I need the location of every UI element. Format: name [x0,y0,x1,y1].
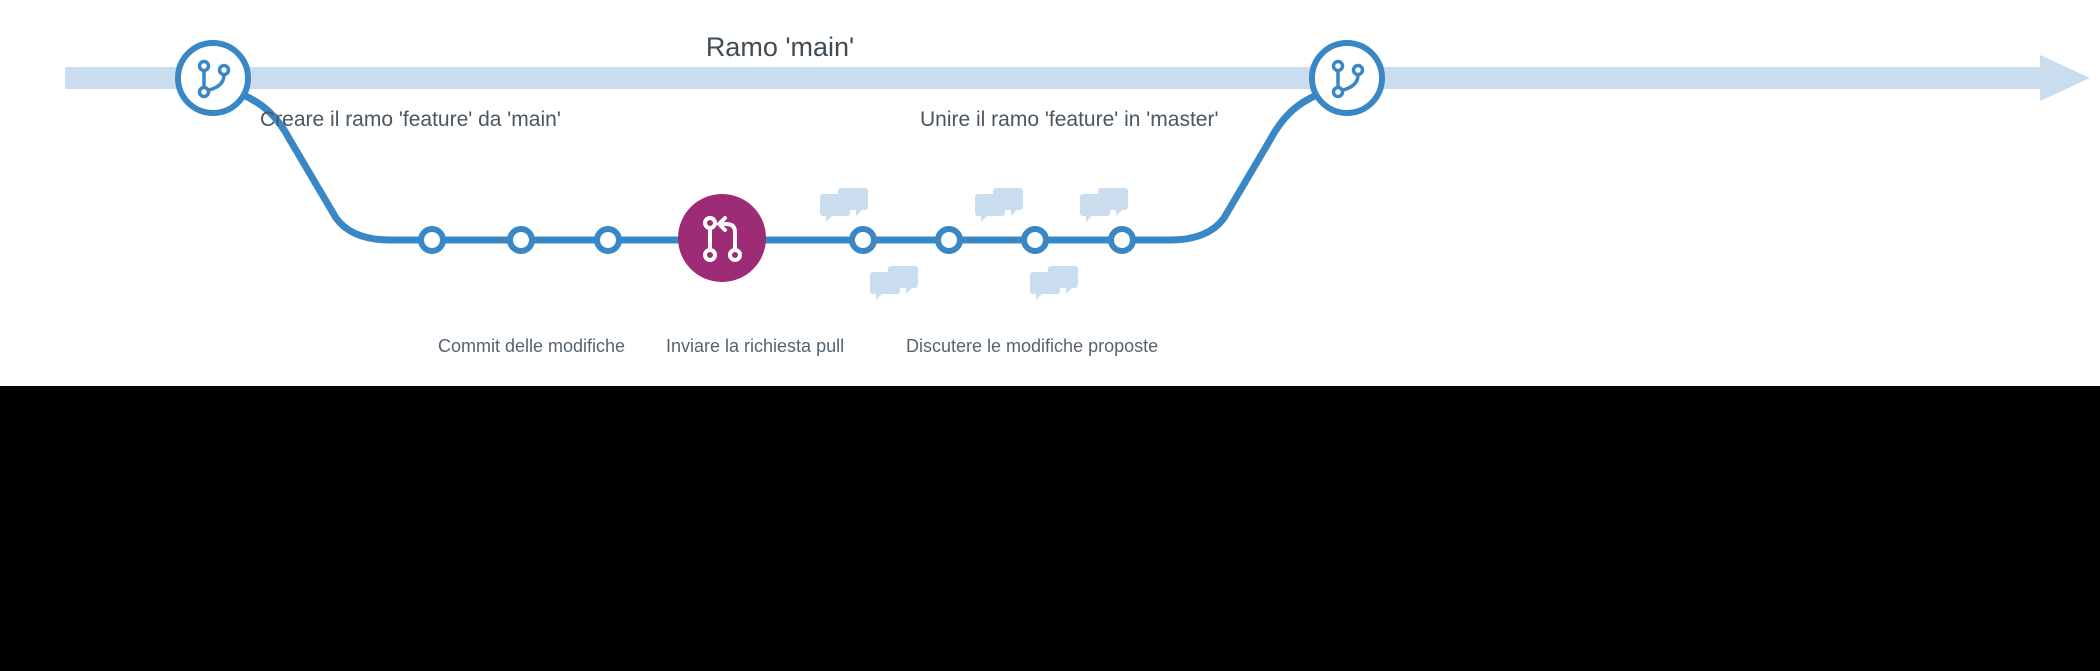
start-branch-node [178,43,248,113]
feature-branch-path [213,78,1347,240]
discuss-caption: Discutere le modifiche proposte [906,336,1158,357]
workflow-diagram [0,0,2100,386]
merge-branch-label: Unire il ramo 'feature' in 'master' [920,108,1218,132]
pull-request-node [678,194,766,282]
create-branch-label: Creare il ramo 'feature' da 'main' [260,108,561,132]
end-branch-node [1312,43,1382,113]
commit-caption: Commit delle modifiche [438,336,625,357]
bottom-black-bar [0,386,2100,671]
main-branch-arrow [65,55,2090,101]
send-pr-caption: Inviare la richiesta pull [666,336,844,357]
main-branch-label: Ramo 'main' [630,32,930,63]
